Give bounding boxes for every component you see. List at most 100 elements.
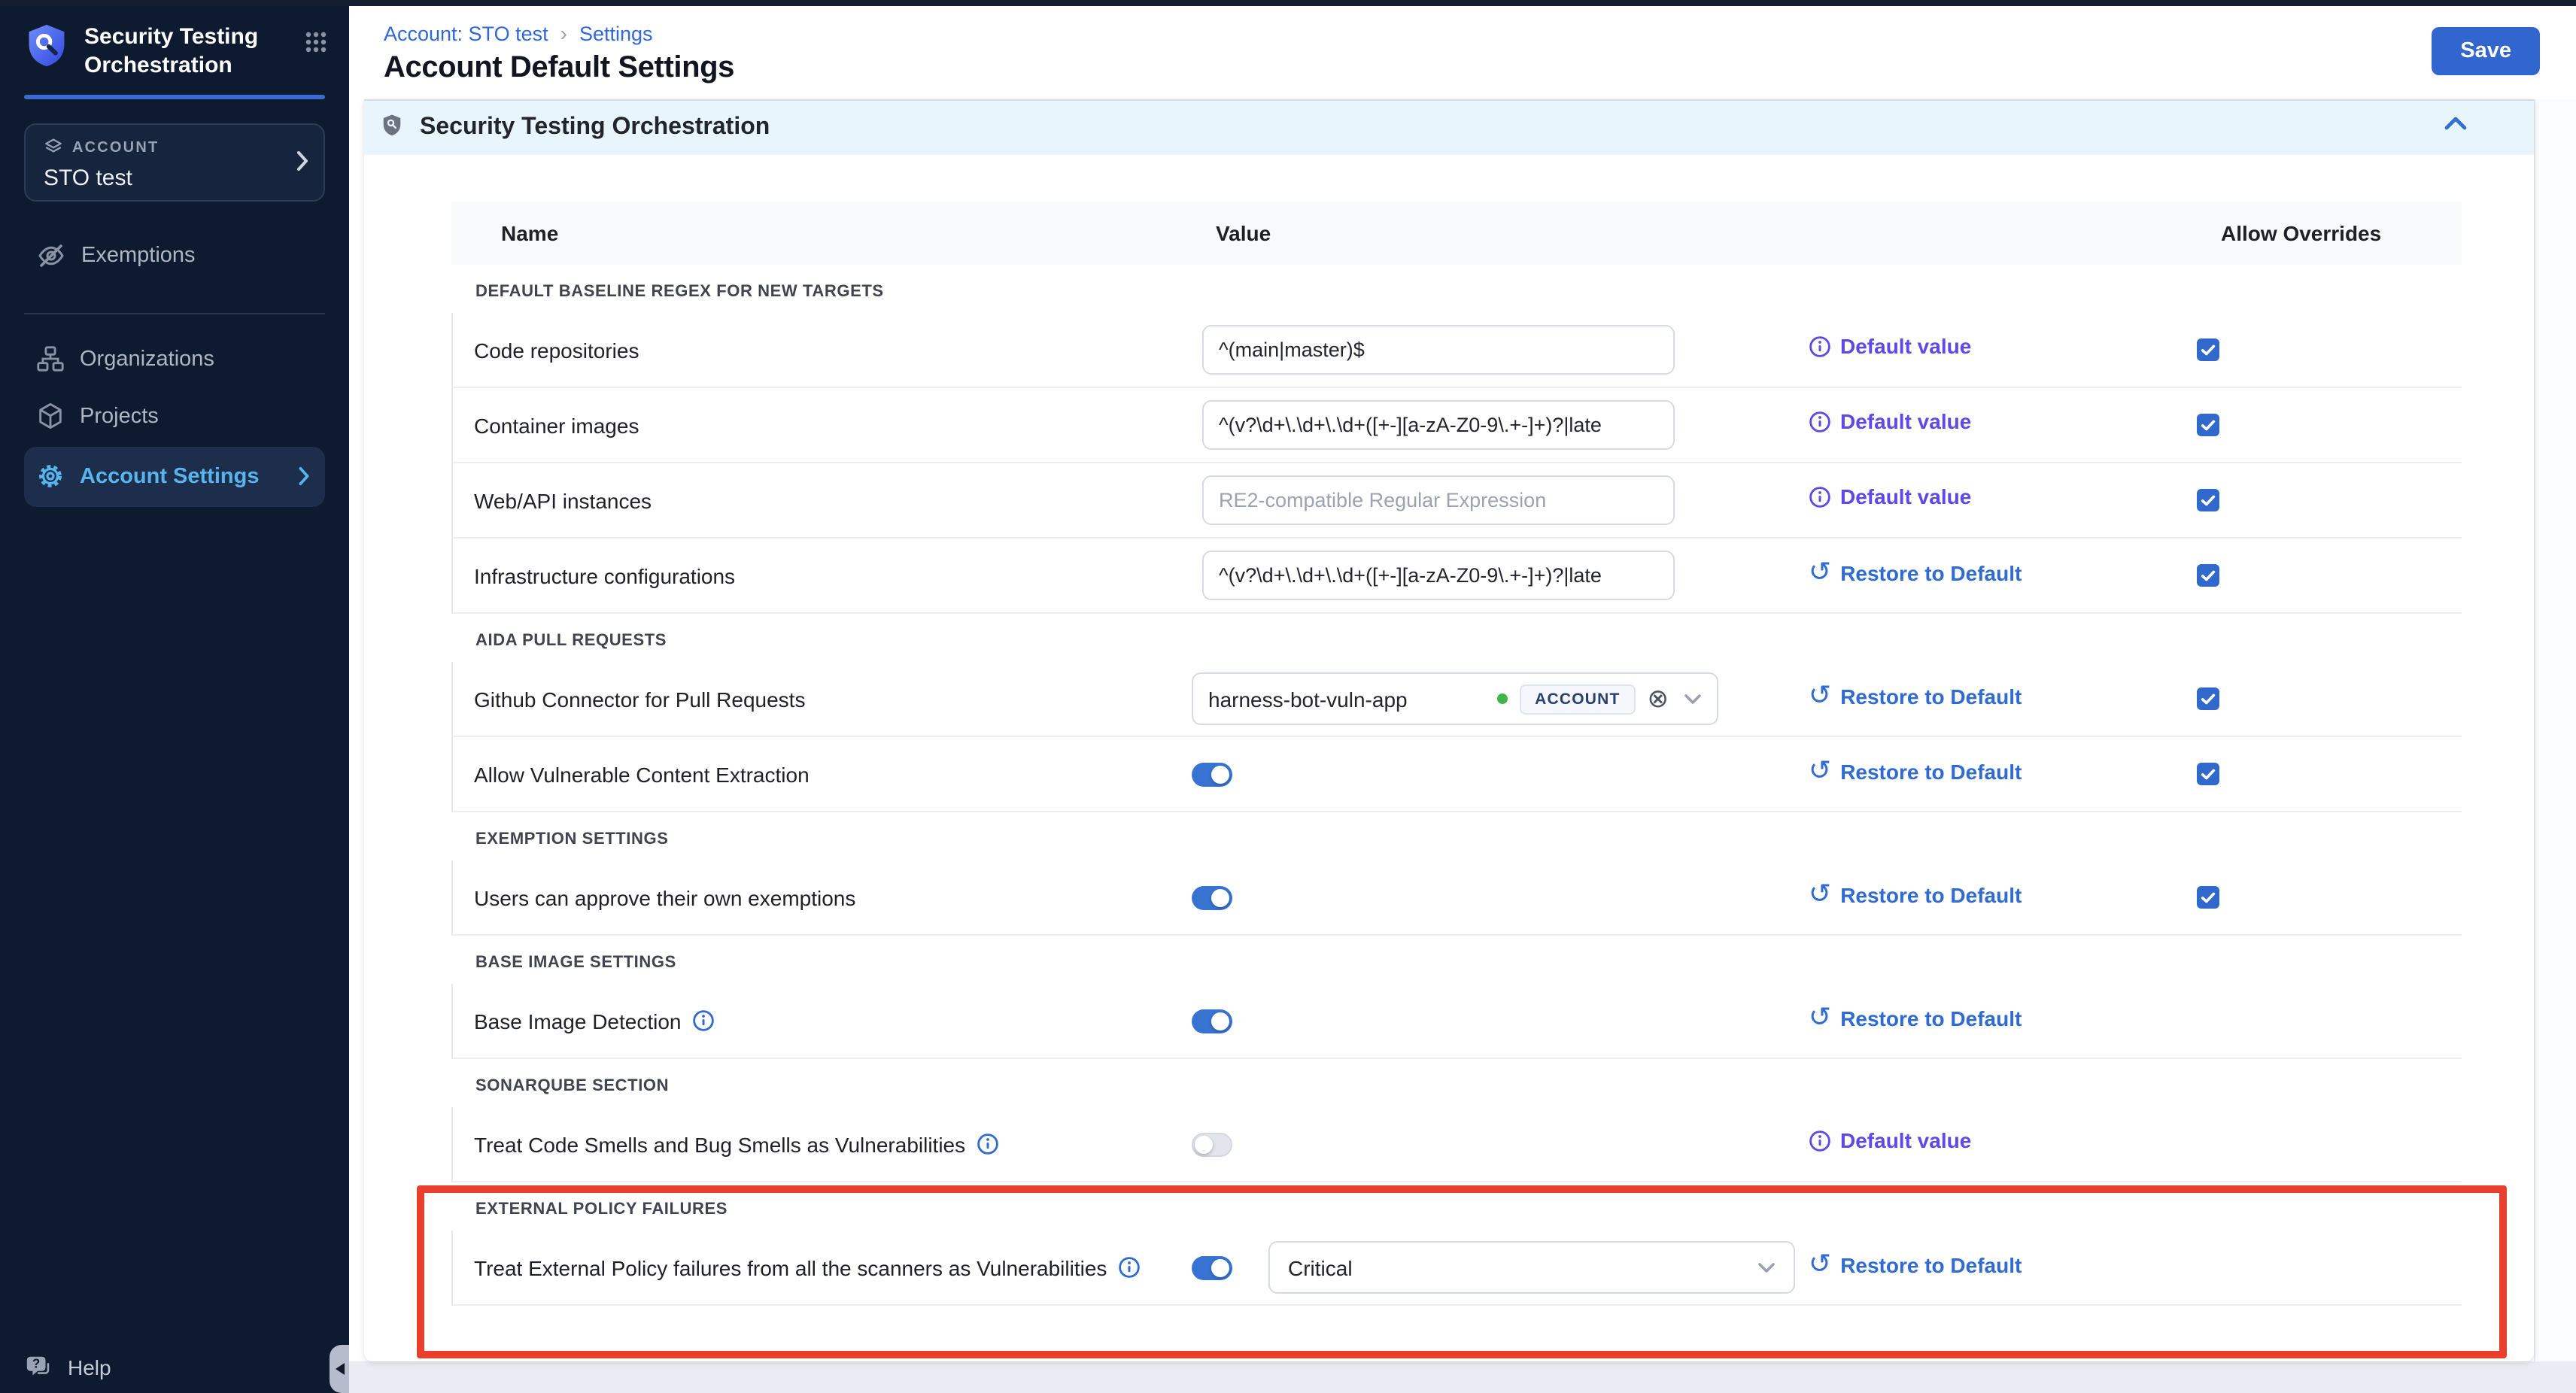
settings-section: EXEMPTION SETTINGSUsers can approve thei… [451, 812, 2462, 936]
clear-connector-icon[interactable]: ⊗ [1648, 686, 1669, 712]
sidebar-item-exemptions[interactable]: Exemptions [24, 229, 325, 283]
section-label: AIDA PULL REQUESTS [475, 632, 2462, 650]
toggle-switch[interactable] [1192, 1132, 1232, 1156]
restore-to-default-link[interactable]: ↺Restore to Default [1809, 1253, 2022, 1277]
page-title: Account Default Settings [384, 51, 734, 86]
allow-overrides-cell [2197, 763, 2462, 785]
setting-name-cell: Code repositories [474, 338, 1192, 362]
restore-to-default-link[interactable]: ↺Restore to Default [1809, 760, 2022, 784]
undo-icon: ↺ [1809, 883, 1831, 904]
breadcrumb-settings-link[interactable]: Settings [579, 22, 653, 44]
sidebar-item-account-settings[interactable]: Account Settings [24, 447, 325, 507]
column-header-name: Name [501, 221, 1216, 245]
regex-input[interactable] [1202, 400, 1675, 450]
breadcrumb: Account: STO test › Settings [384, 21, 653, 45]
connector-status-dot [1497, 693, 1508, 704]
setting-action-cell: ↺Restore to Default [1809, 561, 2197, 590]
settings-section: DEFAULT BASELINE REGEX FOR NEW TARGETSCo… [451, 265, 2462, 614]
allow-overrides-cell [2197, 886, 2462, 909]
info-icon[interactable] [692, 1009, 715, 1032]
toggle-knob [1211, 1012, 1229, 1030]
account-scope-selector[interactable]: ACCOUNT STO test [24, 123, 325, 202]
toggle-switch[interactable] [1192, 762, 1232, 786]
undo-icon: ↺ [1809, 1006, 1831, 1027]
action-label: Default value [1840, 1129, 1971, 1153]
setting-name: Container images [474, 413, 639, 437]
breadcrumb-chevron-icon: › [560, 21, 567, 45]
sidebar-item-label: Projects [80, 405, 159, 429]
allow-overrides-cell [2197, 414, 2462, 436]
sidebar-item-organizations[interactable]: Organizations [24, 332, 325, 387]
setting-value-cell: Critical [1192, 1241, 1809, 1294]
app-header: Security TestingOrchestration [0, 0, 349, 81]
collapse-left-arrow-icon [335, 1363, 344, 1375]
settings-section: AIDA PULL REQUESTS Github Connector for P… [451, 614, 2462, 812]
save-button[interactable]: Save [2432, 27, 2540, 75]
toggle-switch[interactable] [1192, 1009, 1232, 1033]
toggle-switch[interactable] [1192, 885, 1232, 909]
restore-to-default-link[interactable]: ↺Restore to Default [1809, 1006, 2022, 1030]
regex-input[interactable] [1202, 551, 1675, 600]
column-header-value: Value [1216, 221, 2221, 245]
app-title: Security TestingOrchestration [84, 21, 258, 81]
connector-name: harness-bot-vuln-app [1208, 687, 1408, 711]
allow-overrides-cell [2197, 564, 2462, 587]
section-label: SONARQUBE SECTION [475, 1077, 2462, 1095]
regex-input[interactable] [1202, 325, 1675, 375]
setting-name: Treat External Policy failures from all … [474, 1255, 1107, 1279]
setting-name: Infrastructure configurations [474, 563, 735, 587]
settings-row: Users can approve their own exemptions ↺R… [453, 860, 2462, 936]
info-icon [1809, 411, 1831, 433]
allow-overrides-checkbox[interactable] [2197, 687, 2219, 710]
toggle-switch[interactable] [1192, 1255, 1232, 1279]
default-value-link[interactable]: Default value [1809, 335, 1971, 359]
setting-name: Users can approve their own exemptions [474, 885, 855, 909]
chevron-down-icon[interactable] [1684, 693, 1702, 705]
allow-overrides-checkbox[interactable] [2197, 886, 2219, 909]
breadcrumb-account-link[interactable]: Account: STO test [384, 22, 548, 44]
svg-text:?: ? [32, 1357, 40, 1371]
chevron-down-icon[interactable] [1757, 1261, 1776, 1273]
setting-value-cell [1192, 325, 1809, 375]
allow-overrides-cell [2197, 489, 2462, 511]
allow-overrides-checkbox[interactable] [2197, 414, 2219, 436]
toggle-knob [1195, 1135, 1213, 1153]
module-grid-icon[interactable] [304, 30, 328, 62]
account-scope-label: ACCOUNT [72, 141, 159, 157]
allow-overrides-checkbox[interactable] [2197, 564, 2219, 587]
allow-overrides-checkbox[interactable] [2197, 489, 2219, 511]
allow-overrides-cell [2197, 338, 2462, 361]
toggle-knob [1211, 765, 1229, 783]
section-rows: Github Connector for Pull Requestsharnes… [451, 662, 2462, 812]
cube-icon [36, 402, 65, 431]
default-value-link[interactable]: Default value [1809, 410, 1971, 434]
allow-overrides-checkbox[interactable] [2197, 763, 2219, 785]
setting-action-cell: Default value [1809, 335, 2197, 366]
section-label: BASE IMAGE SETTINGS [475, 954, 2462, 972]
regex-input[interactable] [1202, 475, 1675, 525]
info-icon[interactable] [1117, 1256, 1140, 1279]
restore-to-default-link[interactable]: ↺Restore to Default [1809, 561, 2022, 585]
page: Security TestingOrchestration ACCOUNT [0, 0, 2576, 1393]
setting-action-cell: Default value [1809, 410, 2197, 441]
default-value-link[interactable]: Default value [1809, 485, 1971, 509]
shield-icon [381, 112, 403, 144]
scrollbar-gutter[interactable] [2534, 99, 2576, 1361]
setting-name: Web/API instances [474, 488, 652, 512]
chevron-up-icon[interactable] [2444, 116, 2468, 131]
setting-value-cell [1192, 1009, 1809, 1033]
info-icon[interactable] [976, 1133, 998, 1155]
severity-select[interactable]: Critical [1268, 1241, 1795, 1294]
restore-to-default-link[interactable]: ↺Restore to Default [1809, 684, 2022, 709]
sidebar-collapse-handle[interactable] [330, 1345, 349, 1393]
setting-name: Allow Vulnerable Content Extraction [474, 762, 810, 786]
sidebar-item-projects[interactable]: Projects [24, 390, 325, 444]
settings-table: Name Value Allow Overrides DEFAULT BASEL… [364, 155, 2534, 1306]
default-value-link[interactable]: Default value [1809, 1129, 1971, 1153]
panel-header[interactable]: Security Testing Orchestration [364, 99, 2534, 155]
restore-to-default-link[interactable]: ↺Restore to Default [1809, 883, 2022, 907]
connector-select[interactable]: harness-bot-vuln-appACCOUNT⊗ [1192, 672, 1718, 725]
sidebar-item-help[interactable]: ? Help [24, 1352, 111, 1381]
main-content: Account: STO test › Settings Account Def… [349, 0, 2576, 1393]
allow-overrides-checkbox[interactable] [2197, 338, 2219, 361]
